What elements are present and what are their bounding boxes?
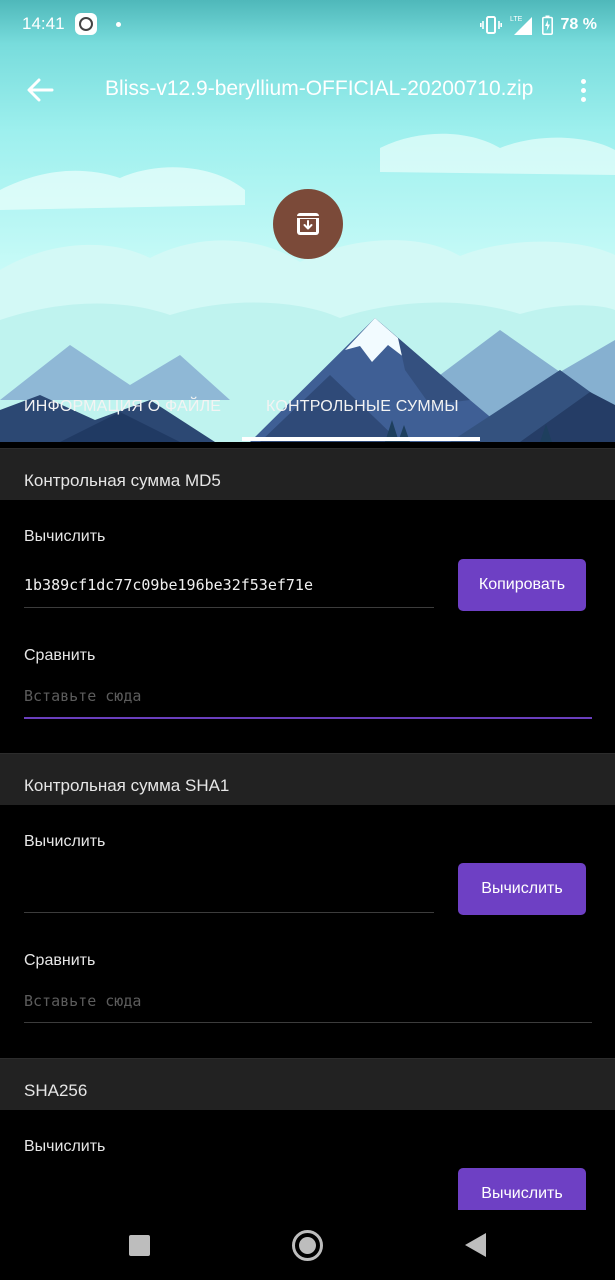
sha1-compare-underline — [24, 1022, 592, 1023]
md5-hash-value[interactable]: 1b389cf1dc77c09be196be32f53ef71e — [24, 576, 313, 594]
sha256-compute-button[interactable]: Вычислить — [458, 1168, 586, 1210]
battery-percentage: 78 % — [560, 16, 597, 33]
status-bar: 14:41 LTE 78 % — [0, 0, 615, 50]
lte-signal-icon: LTE — [510, 16, 532, 35]
sha1-compare-input[interactable]: Вставьте сюда — [24, 992, 141, 1010]
battery-charging-icon — [541, 15, 553, 35]
home-circle-icon — [299, 1237, 316, 1254]
arrow-left-icon — [27, 78, 54, 102]
header-banner: 14:41 LTE 78 % Bliss-v12.9-beryllium-OFF… — [0, 0, 615, 442]
back-button[interactable] — [22, 72, 58, 108]
sha1-value-underline — [24, 912, 434, 913]
status-time: 14:41 — [22, 14, 65, 33]
notification-dot-icon — [116, 22, 121, 27]
tab-indicator — [242, 437, 480, 441]
home-button[interactable] — [292, 1230, 323, 1261]
md5-compare-input[interactable]: Вставьте сюда — [24, 687, 141, 705]
checksums-content[interactable]: Контрольная сумма MD5 Вычислить 1b389cf1… — [0, 442, 615, 1210]
svg-text:LTE: LTE — [510, 16, 523, 23]
sha256-section-header: SHA256 — [0, 1058, 615, 1110]
file-name-title: Bliss-v12.9-beryllium-OFFICIAL-20200710.… — [105, 77, 534, 100]
md5-value-underline — [24, 607, 434, 608]
status-right-cluster: LTE 78 % — [479, 13, 597, 37]
recents-button[interactable] — [129, 1235, 150, 1256]
sha256-calc-label: Вычислить — [24, 1138, 106, 1155]
more-options-button[interactable] — [572, 72, 594, 108]
md5-compare-underline — [24, 717, 592, 719]
app-bar: Bliss-v12.9-beryllium-OFFICIAL-20200710.… — [0, 58, 615, 122]
archive-download-icon — [297, 213, 319, 235]
sha1-compare-label: Сравнить — [24, 952, 96, 969]
nav-back-button[interactable] — [465, 1233, 486, 1257]
tab-checksums[interactable]: КОНТРОЛЬНЫЕ СУММЫ — [266, 398, 459, 416]
app-notification-icon — [75, 13, 97, 35]
sha1-section-header: Контрольная сумма SHA1 — [0, 753, 615, 805]
md5-calc-label: Вычислить — [24, 528, 106, 545]
vibrate-icon — [479, 16, 502, 34]
more-vert-icon — [580, 78, 586, 84]
system-navigation-bar — [0, 1210, 615, 1280]
md5-compare-label: Сравнить — [24, 647, 96, 664]
sha1-calc-label: Вычислить — [24, 833, 106, 850]
sha1-compute-button[interactable]: Вычислить — [458, 863, 586, 915]
tab-file-info[interactable]: ИНФОРМАЦИЯ О ФАЙЛЕ — [24, 398, 221, 416]
file-type-badge — [273, 189, 343, 259]
md5-copy-button[interactable]: Копировать — [458, 559, 586, 611]
md5-section-header: Контрольная сумма MD5 — [0, 448, 615, 500]
